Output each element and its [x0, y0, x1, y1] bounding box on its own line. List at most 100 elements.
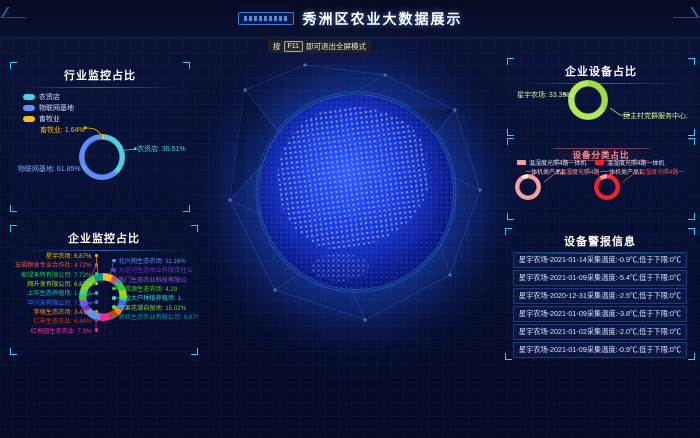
panel-title: 企业监控占比 [10, 225, 198, 246]
pointer-label: 温湿度光照4路一 [639, 167, 684, 176]
logo [238, 12, 294, 25]
page-title: 秀洲区农业大数据展示 [303, 9, 463, 29]
panel-industry-monitor: 行业监控占比 农资店 物联网基地 畜牧业 畜牧业: 1.64% [10, 62, 190, 212]
label-dot [112, 296, 116, 300]
enterprise-label-row: 翔升发有限公司: 6.87% [10, 279, 98, 288]
slice-label: 民主村党群服务中心: [623, 111, 688, 121]
company-share-label: 陶门生态农业科技有限公 [119, 275, 187, 284]
panel-corner [10, 225, 17, 232]
enterprise-label-row: 星宇农场: 6.87% [10, 251, 98, 260]
alarm-row: 星宇农场-2021-01-09采集温度:-5.4℃,低于下限:0℃ [513, 270, 687, 286]
company-share-label: 仁丰生态农业: 6.44% [33, 316, 91, 325]
enterprise-label-row: 红梅园生态农业: 7.3% [10, 325, 98, 334]
enterprise-label-row: 明昌源生态农场: 4.29 [112, 284, 198, 293]
slice-label: 物联网基地: 61.85% [18, 164, 81, 174]
legend-label: 物联网基地 [39, 103, 74, 113]
label-dot [112, 259, 116, 263]
enterprise-label-row: 仁丰生态农业: 6.44% [10, 316, 98, 325]
company-share-label: 星宇农场: 6.87% [46, 251, 92, 260]
panel-equipment-share: 企业设备占比 星宇农场: 33.33% 民主村党群服务中心: [507, 58, 695, 136]
panel-title: 设备警报信息 [505, 228, 695, 249]
slice-label: 农资店: 36.51% [137, 144, 186, 154]
industry-donut-chart[interactable] [79, 134, 125, 180]
header: 秀洲区农业大数据展示 [0, 0, 700, 38]
label-dot [95, 254, 99, 258]
company-share-label: 丰盈大户种植养殖场: 1. [119, 293, 183, 302]
panel-title: 行业监控占比 [10, 62, 190, 83]
legend-label: 温湿度光照4路一体机 [607, 158, 664, 167]
legend-label: 温湿度光照4路一体机 [529, 158, 586, 167]
device-category-donut-right[interactable] [594, 174, 620, 200]
company-share-label: 中兴禾有限公司: 7.29% [27, 298, 91, 307]
panel-corner [191, 348, 198, 355]
panel-corner [505, 228, 512, 235]
alarm-row: 星宇农场-2021-01-09采集温度:-0.9℃,低于下限:0℃ [513, 342, 687, 358]
legend-item[interactable]: 温湿度光照4路一体机 [595, 158, 664, 167]
company-share-label: 瓜果花潮自留地: 15.02% [119, 303, 187, 312]
label-dot [95, 291, 99, 295]
company-share-label: 翔升发有限公司: 6.87% [27, 279, 91, 288]
enterprise-label-row: 北兴翔生态农场: 11.16% [112, 256, 198, 265]
company-share-label: 大运河生态牧业有限责任公 [119, 265, 193, 274]
alarm-row: 星宇农场-2021-01-09采集温度:-3.8℃,低于下限:0℃ [513, 306, 687, 322]
equipment-donut-chart[interactable] [568, 80, 608, 120]
panel-corner [10, 205, 17, 212]
alarm-row: 星宇农场-2021-01-02采集温度:-2.0℃,低于下限:0℃ [513, 324, 687, 340]
enterprise-label-row: 丰盈大户种植养殖场: 1. [112, 293, 198, 302]
enterprise-label-row: 瓜果花潮自留地: 15.02% [112, 302, 198, 311]
legend-label: 畜牧业 [39, 114, 60, 124]
company-share-label: 五福粮食专业合作社: 4.72% [15, 260, 92, 269]
company-share-label: 家绿禾特有限公司: 7.72% [21, 270, 91, 279]
pointer-label: 温湿度光照4路一 [560, 167, 605, 176]
panel-device-category: 设备分类占比 温湿度光照4路一体机 一体机类产品1 温湿度光照4路一 温湿度光照… [507, 138, 695, 220]
globe [258, 94, 454, 290]
panel-alarm-info: 设备警报信息 星宇农场-2021-01-14采集温度:-0.9℃,低于下限:0℃… [505, 228, 695, 360]
slice-label: 畜牧业: 1.64% [40, 125, 85, 135]
legend-swatch [23, 116, 35, 122]
enterprise-label-row: 陶门生态农业科技有限公 [112, 275, 198, 284]
slice-label: 星宇农场: 33.33% [517, 90, 573, 100]
label-dot [95, 272, 99, 276]
company-share-label: 明昌源生态农场: 4.29 [119, 284, 178, 293]
globe-continent-dots-small [311, 253, 369, 281]
logo-text-placeholder [244, 16, 288, 21]
panel-corner [505, 353, 512, 360]
panel-corner [10, 62, 17, 69]
device-category-donut-left[interactable] [515, 174, 541, 200]
fullscreen-tooltip: 按 F11 即可退出全屏模式 [268, 40, 371, 53]
label-dot [95, 300, 99, 304]
tooltip-suffix: 即可退出全屏模式 [306, 41, 366, 52]
legend-item[interactable]: 物联网基地 [23, 102, 190, 113]
legend-item[interactable]: 农资店 [23, 91, 190, 102]
legend-swatch [595, 160, 604, 165]
panel-corner [688, 213, 695, 220]
panel-corner [688, 138, 695, 145]
alarm-list: 星宇农场-2021-01-14采集温度:-0.9℃,低于下限:0℃ 星宇农场-2… [513, 252, 687, 358]
panel-corner [183, 205, 190, 212]
panel-corner [191, 225, 198, 232]
panel-corner [10, 348, 17, 355]
enterprise-label-row: 中兴禾有限公司: 7.29% [10, 297, 98, 306]
label-dot [95, 310, 99, 314]
panel-corner [183, 62, 190, 69]
label-dot [112, 268, 116, 272]
legend-item[interactable]: 畜牧业 [23, 113, 190, 124]
panel-corner [507, 58, 514, 65]
legend-swatch [23, 105, 35, 111]
industry-legend: 农资店 物联网基地 畜牧业 [10, 91, 190, 124]
panel-title: 企业设备占比 [507, 58, 695, 79]
company-share-label: 红梅园生态农业: 7.3% [31, 326, 92, 335]
company-share-label: 上华生态养殖场: 1.72% [27, 288, 91, 297]
alarm-row: 星宇农场-2021-01-14采集温度:-0.9℃,低于下限:0℃ [513, 252, 687, 268]
enterprise-labels-left: 星宇农场: 6.87% 五福粮食专业合作社: 4.72% 家绿禾特有限公司: 7… [10, 251, 98, 335]
enterprise-labels-right: 北兴翔生态农场: 11.16% 大运河生态牧业有限责任公 陶门生态农业科技有限公… [112, 256, 198, 321]
legend-label: 农资店 [39, 92, 60, 102]
company-share-label: 新硕生态农业有限公司: 6.87% [119, 312, 199, 321]
company-share-label: 北兴翔生态农场: 11.16% [119, 256, 186, 265]
panel-corner [688, 228, 695, 235]
legend-item[interactable]: 温湿度光照4路一体机 [517, 158, 586, 167]
label-dot [95, 319, 99, 323]
enterprise-label-row: 家绿禾特有限公司: 7.72% [10, 270, 98, 279]
label-dot [95, 263, 99, 267]
f11-key: F11 [284, 41, 304, 52]
